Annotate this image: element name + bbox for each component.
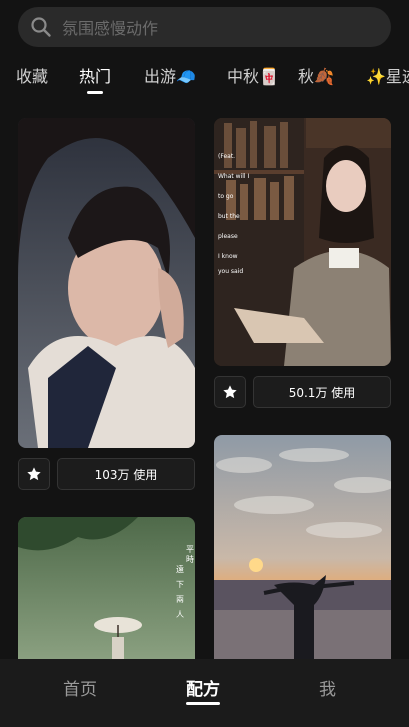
svg-text:(Feat.: (Feat. [218, 153, 235, 160]
favorite-button[interactable] [214, 376, 246, 408]
search-bar[interactable]: 氛围感慢动作 [18, 7, 391, 47]
svg-text:兩: 兩 [176, 595, 184, 604]
svg-text:人: 人 [176, 610, 184, 619]
svg-text:you said: you said [218, 268, 243, 275]
use-template-button[interactable]: 50.1万 使用 [253, 376, 391, 408]
favorite-button[interactable] [18, 458, 50, 490]
nav-home[interactable]: 首页 [63, 675, 97, 700]
template-thumbnail: (Feat. What will I to go but the please I kn… [214, 118, 391, 366]
bottom-nav: 首页 配方 我 [0, 659, 409, 727]
svg-text:下: 下 [176, 580, 184, 589]
active-nav-indicator [186, 702, 220, 705]
svg-text:please: please [218, 233, 238, 240]
star-icon [223, 385, 237, 399]
svg-text:What will I: What will I [218, 173, 249, 180]
nav-me[interactable]: 我 [319, 675, 336, 700]
svg-text:to go: to go [218, 193, 234, 200]
svg-text:I know: I know [218, 253, 238, 260]
nav-recipes[interactable]: 配方 [186, 675, 220, 700]
tab-popular[interactable]: 热门 [79, 63, 111, 87]
tab-favorites[interactable]: 收藏 [16, 63, 48, 87]
use-template-button[interactable]: 103万 使用 [57, 458, 195, 490]
search-placeholder[interactable]: 氛围感慢动作 [62, 15, 158, 39]
svg-text:平: 平 [186, 545, 194, 554]
category-tabs: 收藏 热门 出游🧢 中秋🀄 秋🍂 ✨星迹 [0, 63, 409, 99]
template-thumbnail [214, 435, 391, 659]
tab-mid-autumn[interactable]: 中秋🀄 [227, 63, 279, 87]
active-tab-indicator [87, 91, 103, 94]
template-card-rain[interactable]: 平時遠 下兩人 [18, 517, 195, 659]
svg-text:遠: 遠 [176, 564, 184, 574]
template-card-bookshelf[interactable]: (Feat. What will I to go but the please I kn… [214, 118, 391, 366]
svg-text:but the: but the [218, 213, 240, 220]
tab-autumn[interactable]: 秋🍂 [298, 63, 334, 87]
search-icon [31, 17, 51, 37]
tab-star[interactable]: ✨星迹 [366, 63, 409, 87]
star-icon [27, 467, 41, 481]
template-card-portrait[interactable] [18, 118, 195, 448]
template-card-sunset[interactable] [214, 435, 391, 659]
template-thumbnail [18, 118, 195, 448]
svg-text:時: 時 [186, 555, 194, 564]
tab-travel[interactable]: 出游🧢 [144, 63, 196, 87]
template-thumbnail: 平時遠 下兩人 [18, 517, 195, 659]
